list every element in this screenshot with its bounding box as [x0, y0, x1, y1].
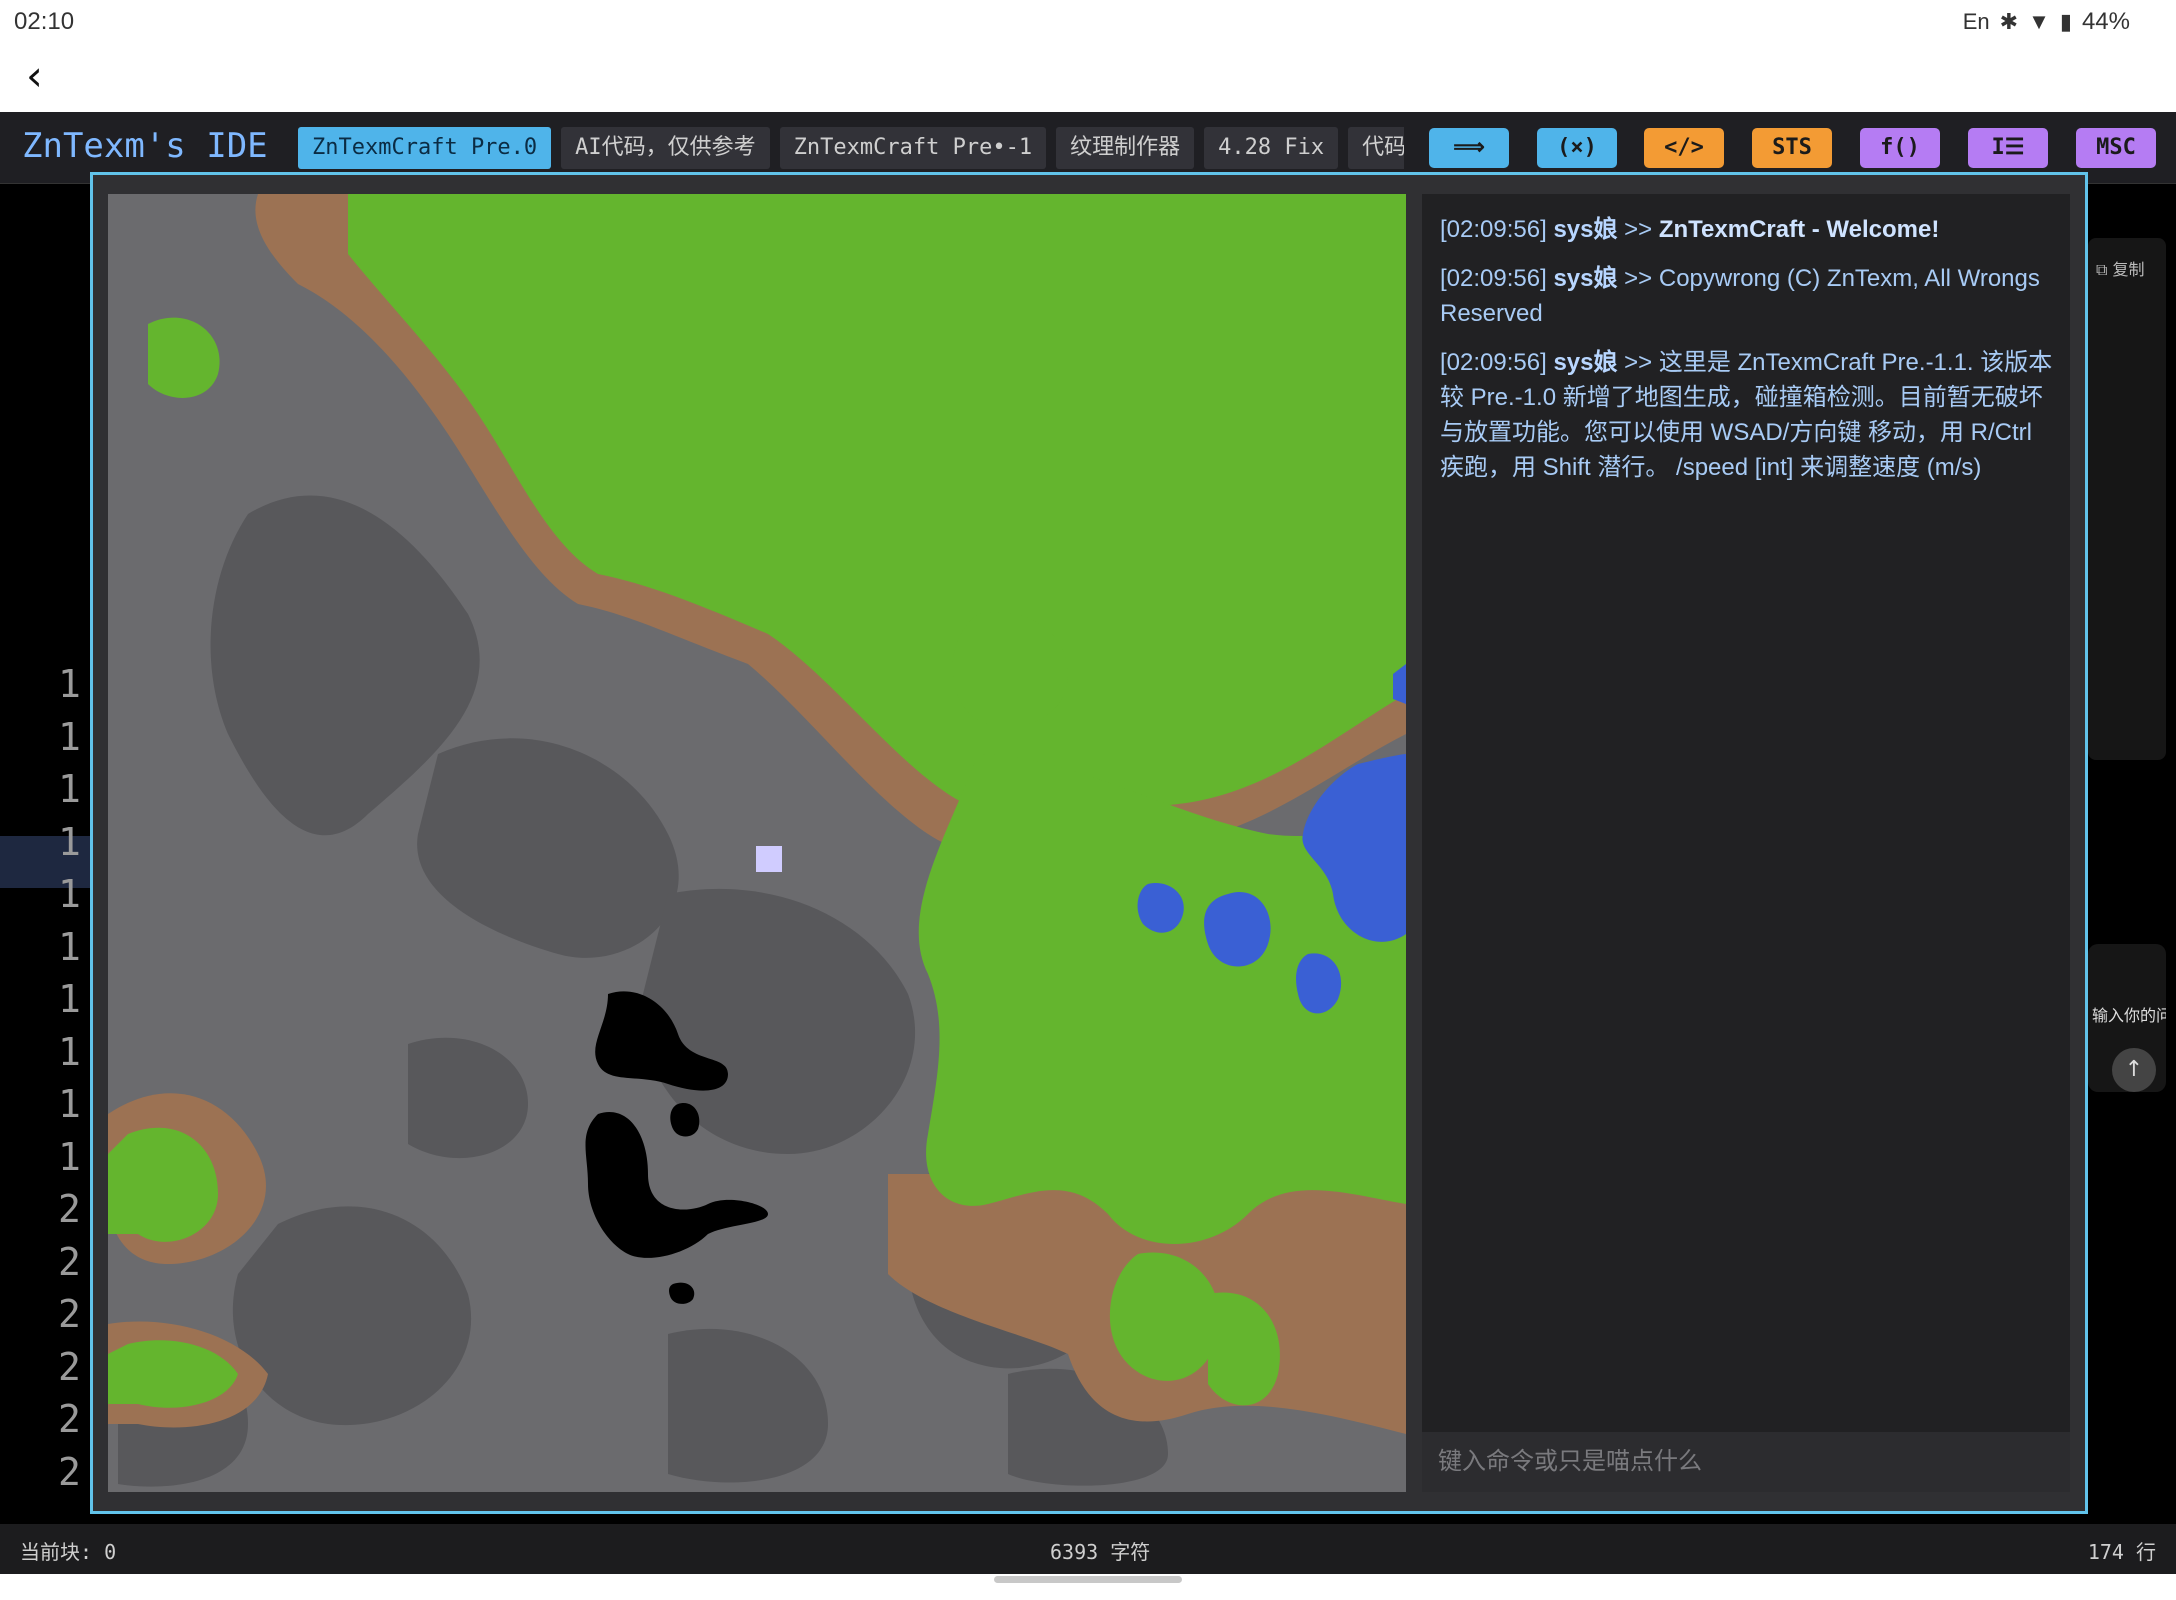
assistant-input-card: 输入你的问 ↑: [2088, 944, 2166, 1092]
editor-status-footer: 当前块: 0 6393 字符 174 行: [0, 1524, 2176, 1574]
format-button[interactable]: I☰: [1968, 128, 2048, 168]
assistant-input[interactable]: 输入你的问: [2092, 1002, 2166, 1026]
back-arrow-icon[interactable]: ‹: [26, 55, 66, 100]
line-number: 1: [58, 924, 81, 969]
char-count: 6393 字符: [1050, 1540, 1151, 1564]
game-chat-panel: [02:09:56] sys娘 >> ZnTexmCraft - Welcome…: [1422, 194, 2070, 1492]
status-icons: En ✱ ▼ ▮ 44%: [1963, 8, 2130, 36]
msc-button[interactable]: MSC: [2076, 128, 2156, 168]
chat-message: [02:09:56] sys娘 >> ZnTexmCraft - Welcome…: [1440, 212, 2056, 247]
battery-level: 44%: [2081, 8, 2130, 35]
tab-zntexmcraft-pre-1[interactable]: ZnTexmCraft Pre•-1: [779, 127, 1047, 169]
player-marker: [756, 846, 782, 872]
chat-message: [02:09:56] sys娘 >> Copywrong (C) ZnTexm,…: [1440, 261, 2056, 331]
line-number: 2: [58, 1397, 81, 1441]
chat-message: [02:09:56] sys娘 >> 这里是 ZnTexmCraft Pre.-…: [1440, 345, 2056, 485]
home-gesture-bar[interactable]: [994, 1576, 1182, 1583]
tab-fix-428[interactable]: 4.28 Fix: [1204, 127, 1339, 169]
app-bar: ‹: [0, 44, 2176, 112]
line-number: 1: [58, 819, 81, 864]
msg-arrow: >>: [1624, 265, 1653, 292]
current-block: 当前块: 0: [20, 1540, 117, 1564]
msg-time: [02:09:56]: [1440, 349, 1547, 376]
function-button[interactable]: f(): [1860, 128, 1940, 168]
tab-texture-maker[interactable]: 纹理制作器: [1056, 127, 1195, 169]
line-number: 2: [58, 1187, 81, 1231]
sts-button[interactable]: STS: [1752, 128, 1832, 168]
line-number: 1: [58, 714, 81, 759]
clock: 02:10: [14, 8, 75, 35]
game-canvas[interactable]: [108, 194, 1406, 1492]
line-number: 1: [58, 977, 81, 1021]
tab-zntexmcraft-pre0[interactable]: ZnTexmCraft Pre.0: [298, 127, 552, 169]
wifi-icon: ▼: [2028, 9, 2050, 34]
msg-arrow: >>: [1624, 216, 1653, 243]
ide-title: ZnTexm's IDE: [22, 126, 268, 166]
bluetooth-icon: ✱: [1999, 9, 2019, 34]
input-language: En: [1962, 9, 1990, 34]
variable-button[interactable]: (×): [1537, 128, 1617, 168]
msg-sender: sys娘: [1553, 265, 1618, 292]
line-number: 2: [58, 1292, 81, 1336]
terrain-map: [108, 194, 1406, 1492]
msg-sender: sys娘: [1553, 216, 1618, 243]
send-icon[interactable]: ↑: [2112, 1048, 2156, 1092]
code-button[interactable]: </>: [1644, 128, 1724, 168]
battery-icon: ▮: [2059, 9, 2072, 34]
copy-icon[interactable]: ⧉ 复制: [2096, 256, 2145, 280]
line-number: 1: [58, 1082, 81, 1126]
system-status-bar: 02:10 En ✱ ▼ ▮ 44%: [0, 0, 2176, 44]
line-number: 1: [58, 872, 81, 916]
msg-time: [02:09:56]: [1440, 216, 1547, 243]
msg-arrow: >>: [1624, 349, 1653, 376]
chat-log: [02:09:56] sys娘 >> ZnTexmCraft - Welcome…: [1440, 212, 2056, 499]
copy-label: 复制: [2112, 260, 2145, 279]
line-number: 1: [58, 1029, 81, 1074]
file-tabs: ZnTexmCraft Pre.0 AI代码，仅供参考 ZnTexmCraft …: [298, 127, 1404, 169]
line-number: 2: [58, 1449, 81, 1494]
msg-text: ZnTexmCraft - Welcome!: [1658, 216, 1940, 243]
line-number: 2: [58, 1344, 81, 1389]
run-arrow-button[interactable]: ⟹: [1429, 128, 1509, 168]
tab-code-completion[interactable]: 代码补全: [1348, 127, 1404, 169]
msg-sender: sys娘: [1553, 349, 1618, 376]
line-number: 1: [58, 662, 81, 706]
line-count: 174 行: [2087, 1540, 2156, 1564]
chat-command-input[interactable]: [1422, 1432, 2070, 1492]
tab-ai-code[interactable]: AI代码，仅供参考: [561, 127, 770, 169]
msg-time: [02:09:56]: [1440, 265, 1547, 292]
line-number: 2: [58, 1239, 81, 1284]
assistant-card: ⧉ 复制: [2088, 238, 2166, 760]
line-number: 1: [58, 1134, 81, 1179]
line-number: 1: [58, 767, 81, 811]
